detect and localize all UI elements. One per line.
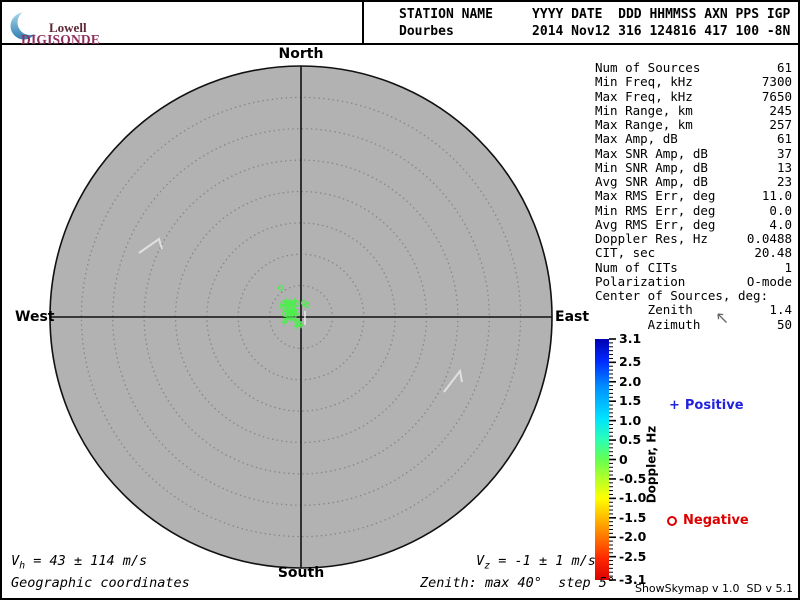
colorbar-tick-label: 2.0 <box>619 373 642 389</box>
stat-value: 11.0 <box>761 188 792 204</box>
digisonde-logo: Lowell DIGISONDE <box>10 7 130 47</box>
colorbar-ticks <box>609 338 616 581</box>
legend-negative-label: Negative <box>683 513 749 528</box>
stat-value: 61 <box>776 60 792 75</box>
stat-value: 1 <box>784 259 792 275</box>
horizontal-velocity-readout: Vh = 43 ± 114 m/s <box>11 553 148 572</box>
station-header-line2: Dourbes 2014 Nov12 316 124816 417 100 -8… <box>399 24 791 39</box>
stat-value: 37 <box>776 145 792 161</box>
negative-marker-icon <box>667 515 677 526</box>
stat-value: 7300 <box>761 74 792 90</box>
zenith-settings-note: Zenith: max 40° step 5° <box>420 575 616 591</box>
stat-value: 20.48 <box>754 245 792 261</box>
compass-label-north: North <box>278 46 324 62</box>
mouse-cursor-icon <box>717 313 727 323</box>
vertical-velocity-readout: Vz = -1 ± 1 m/s <box>476 553 596 572</box>
colorbar-tick-label: -2.0 <box>619 529 647 545</box>
top-bar: Lowell DIGISONDE STATION NAME YYYY DATE … <box>2 2 798 47</box>
stat-value: 1.4 <box>769 302 792 318</box>
stat-value: 4.0 <box>769 216 792 232</box>
positive-marker-icon: + <box>669 398 680 413</box>
top-bar-divider <box>362 2 364 43</box>
stat-value: 13 <box>776 159 792 175</box>
stat-value: 61 <box>776 131 792 147</box>
stat-value: O-mode <box>746 273 792 289</box>
legend-negative: Negative <box>667 513 749 528</box>
stat-value: 245 <box>769 102 792 118</box>
coordinates-note: Geographic coordinates <box>11 575 190 591</box>
compass-label-east: East <box>555 309 590 325</box>
version-label: ShowSkymap v 1.0 SD v 5.1 <box>634 582 793 595</box>
logo-text-digisonde: DIGISONDE <box>21 32 101 47</box>
compass-label-west: West <box>15 309 55 325</box>
compass-label-south: South <box>277 565 325 581</box>
colorbar <box>595 339 609 580</box>
showskymap-window: North South West East Lowell DIGISONDE S… <box>0 0 800 600</box>
colorbar-tick-label: 2.5 <box>619 354 642 370</box>
stat-value: 257 <box>769 117 792 132</box>
stat-value: 0.0 <box>769 202 792 218</box>
colorbar-tick-label: 3.1 <box>619 331 642 346</box>
colorbar-title: Doppler, Hz <box>644 425 659 504</box>
stat-value: 7650 <box>761 88 792 104</box>
stat-value: 23 <box>776 174 792 189</box>
legend-positive: + Positive <box>669 398 744 413</box>
colorbar-tick-label: -2.5 <box>619 548 647 564</box>
stat-value: 0.0488 <box>746 231 792 246</box>
station-header-line1: STATION NAME YYYY DATE DDD HHMMSS AXN PP… <box>399 7 791 22</box>
colorbar-tick-label: -1.5 <box>619 509 647 525</box>
station-header: STATION NAME YYYY DATE DDD HHMMSS AXN PP… <box>399 6 790 40</box>
colorbar-tick-label: 1.5 <box>619 393 642 409</box>
stat-value: 50 <box>776 316 792 332</box>
legend-positive-label: Positive <box>684 398 744 413</box>
